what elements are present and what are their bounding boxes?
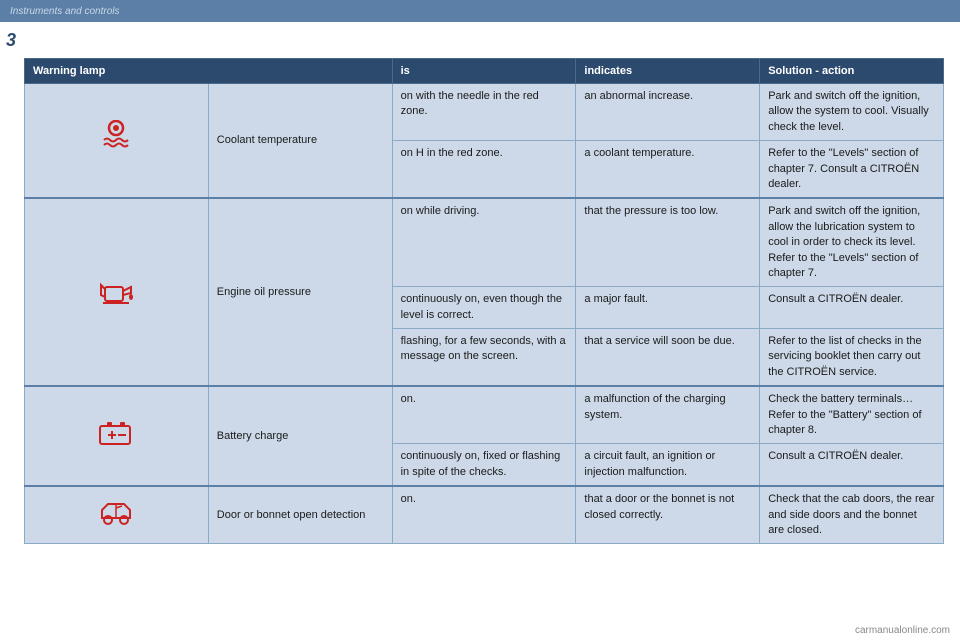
label-cell-door: Door or bonnet open detection bbox=[208, 486, 392, 544]
is-cell: on. bbox=[392, 386, 576, 444]
table-header-row: Warning lamp is indicates Solution - act… bbox=[25, 59, 944, 84]
is-cell: on with the needle in the red zone. bbox=[392, 84, 576, 141]
solution-cell: Consult a CITROËN dealer. bbox=[760, 287, 944, 329]
label-cell-coolant: Coolant temperature bbox=[208, 84, 392, 199]
col-solution: Solution - action bbox=[760, 59, 944, 84]
table-row: Battery chargeon.a malfunction of the ch… bbox=[25, 386, 944, 444]
solution-cell: Check the battery terminals… Refer to th… bbox=[760, 386, 944, 444]
icon-cell-oil bbox=[25, 198, 209, 386]
col-warning-lamp: Warning lamp bbox=[25, 59, 393, 84]
main-content: Warning lamp is indicates Solution - act… bbox=[0, 50, 960, 552]
indicates-cell: a circuit fault, an ignition or injectio… bbox=[576, 444, 760, 486]
label-cell-oil: Engine oil pressure bbox=[208, 198, 392, 386]
indicates-cell: a coolant temperature. bbox=[576, 141, 760, 199]
is-cell: continuously on, even though the level i… bbox=[392, 287, 576, 329]
icon-cell-door bbox=[25, 486, 209, 544]
indicates-cell: that a door or the bonnet is not closed … bbox=[576, 486, 760, 544]
warning-lamp-table: Warning lamp is indicates Solution - act… bbox=[24, 58, 944, 544]
indicates-cell: a major fault. bbox=[576, 287, 760, 329]
solution-cell: Check that the cab doors, the rear and s… bbox=[760, 486, 944, 544]
table-row: Engine oil pressureon while driving.that… bbox=[25, 198, 944, 286]
chapter-number: 3 bbox=[6, 30, 16, 51]
solution-cell: Park and switch off the ignition, allow … bbox=[760, 198, 944, 286]
table-row: Coolant temperatureon with the needle in… bbox=[25, 84, 944, 141]
label-cell-battery: Battery charge bbox=[208, 386, 392, 486]
is-cell: continuously on, fixed or flashing in sp… bbox=[392, 444, 576, 486]
top-header: Instruments and controls bbox=[0, 0, 960, 22]
is-cell: flashing, for a few seconds, with a mess… bbox=[392, 329, 576, 387]
indicates-cell: that the pressure is too low. bbox=[576, 198, 760, 286]
indicates-cell: a malfunction of the charging system. bbox=[576, 386, 760, 444]
breadcrumb: Instruments and controls bbox=[10, 6, 120, 17]
icon-cell-coolant bbox=[25, 84, 209, 199]
is-cell: on while driving. bbox=[392, 198, 576, 286]
is-cell: on H in the red zone. bbox=[392, 141, 576, 199]
col-is: is bbox=[392, 59, 576, 84]
indicates-cell: an abnormal increase. bbox=[576, 84, 760, 141]
solution-cell: Refer to the "Levels" section of chapter… bbox=[760, 141, 944, 199]
icon-cell-battery bbox=[25, 386, 209, 486]
solution-cell: Consult a CITROËN dealer. bbox=[760, 444, 944, 486]
watermark: carmanualonline.com bbox=[855, 625, 950, 636]
solution-cell: Park and switch off the ignition, allow … bbox=[760, 84, 944, 141]
is-cell: on. bbox=[392, 486, 576, 544]
indicates-cell: that a service will soon be due. bbox=[576, 329, 760, 387]
table-row: Door or bonnet open detectionon.that a d… bbox=[25, 486, 944, 544]
col-indicates: indicates bbox=[576, 59, 760, 84]
solution-cell: Refer to the list of checks in the servi… bbox=[760, 329, 944, 387]
